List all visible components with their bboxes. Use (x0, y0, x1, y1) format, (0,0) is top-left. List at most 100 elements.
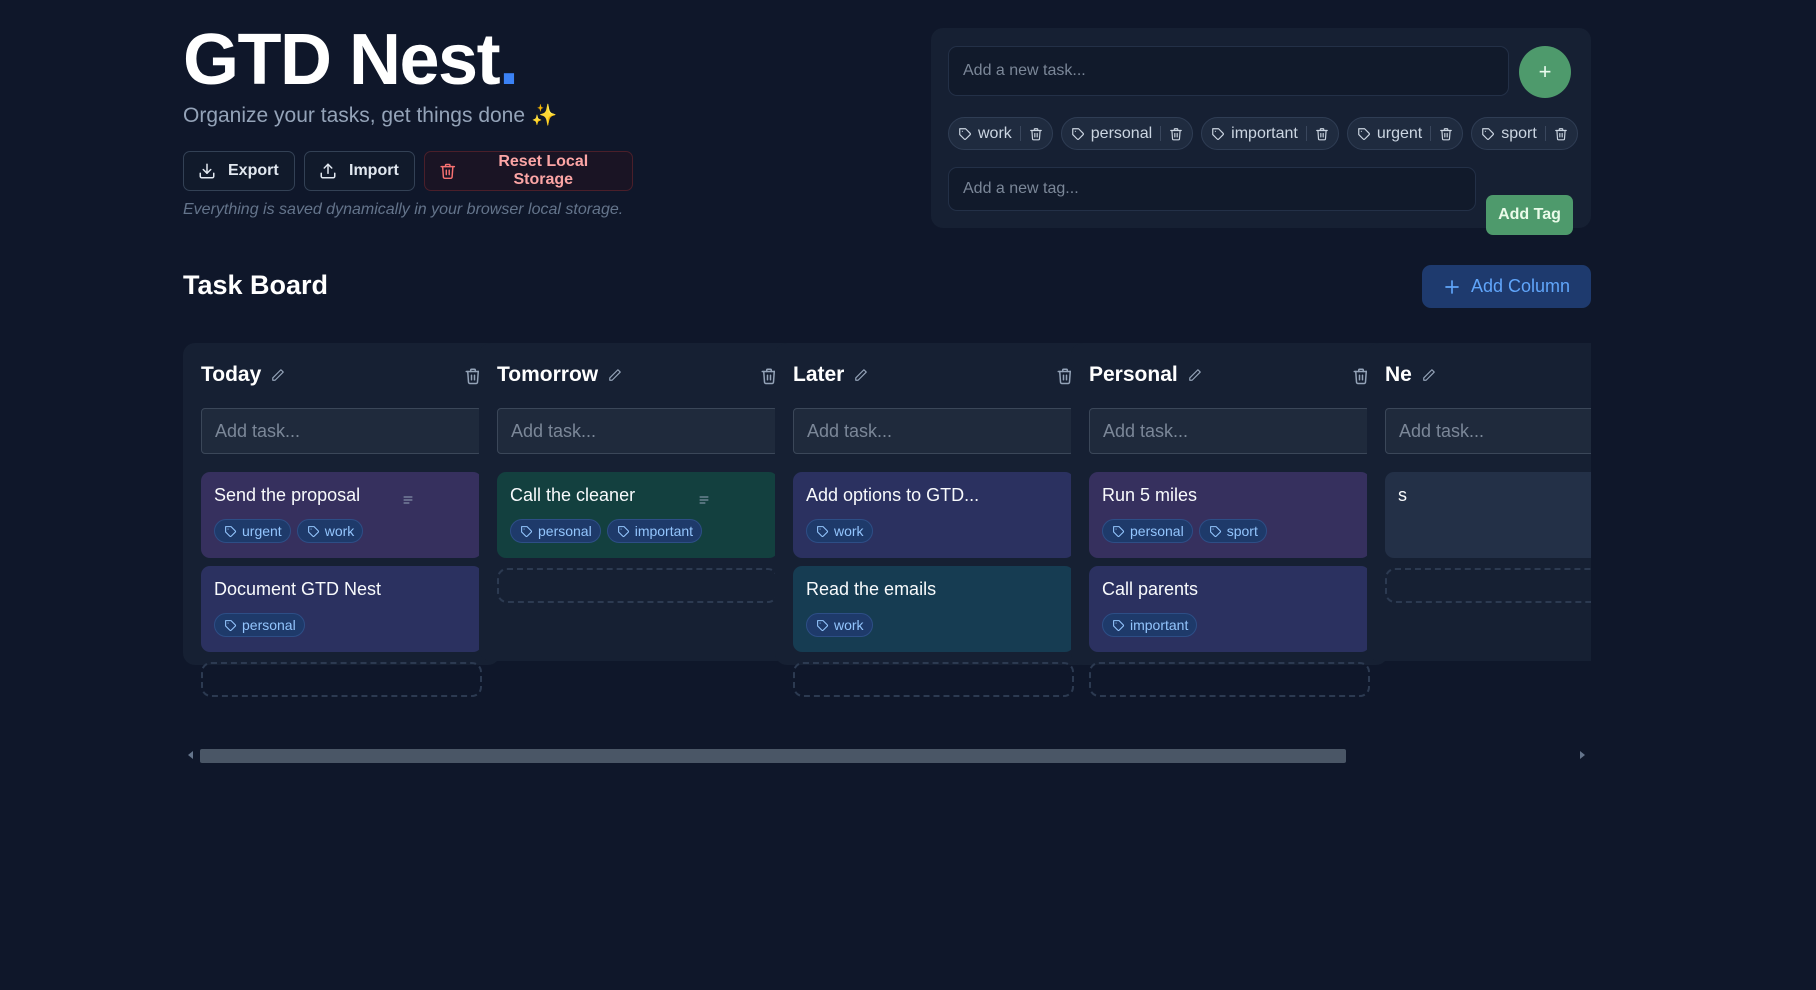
app-subtitle: Organize your tasks, get things done ✨ (183, 104, 558, 127)
tag-icon (1113, 619, 1124, 631)
export-button[interactable]: Export (183, 151, 295, 191)
tag-pill-work[interactable]: work (948, 117, 1053, 150)
task-title: Document GTD Nest (214, 579, 382, 599)
storage-actions: Export Import Reset Local Storage (183, 151, 633, 191)
task-tag-label: work (834, 617, 864, 633)
task-title: Read the emails (806, 579, 937, 599)
delete-tag-icon[interactable] (1554, 127, 1568, 141)
card-drop-zone[interactable] (201, 662, 482, 697)
column-add-task-input[interactable] (1089, 408, 1370, 454)
horizontal-scrollbar-thumb[interactable] (200, 749, 1346, 763)
task-title: Call the cleaner (510, 485, 636, 505)
scroll-left-arrow[interactable] (188, 751, 193, 759)
edit-column-icon[interactable] (608, 368, 622, 382)
task-tag-urgent: urgent (214, 519, 291, 543)
card-drop-zone[interactable] (793, 662, 1074, 697)
task-card[interactable]: Call the cleaner personal important (497, 472, 778, 558)
tag-label: sport (1501, 124, 1537, 142)
delete-tag-icon[interactable] (1439, 127, 1453, 141)
import-button[interactable]: Import (304, 151, 415, 191)
edit-column-icon[interactable] (1422, 368, 1436, 382)
delete-tag-icon[interactable] (1315, 127, 1329, 141)
app-title: GTD Nest. (183, 20, 519, 100)
task-card[interactable]: Send the proposal urgent work (201, 472, 482, 558)
task-tag-important: important (1102, 613, 1198, 637)
trash-icon (440, 163, 456, 180)
tag-divider (1019, 126, 1021, 141)
tag-icon (1113, 525, 1124, 537)
scroll-right-arrow[interactable] (1580, 751, 1585, 759)
task-card[interactable]: s (1385, 472, 1591, 558)
tag-icon (817, 525, 828, 537)
tag-pill-important[interactable]: important (1201, 117, 1339, 150)
task-tags: personal important (510, 519, 703, 543)
column-tomorrow: Tomorrow Call the cleaner personal importan… (479, 343, 796, 661)
reset-label: Reset Local Storage (498, 153, 589, 188)
task-title: Call parents (1102, 579, 1199, 599)
sparkles-icon: ✨ (531, 104, 558, 127)
tag-pill-urgent[interactable]: urgent (1346, 117, 1464, 150)
add-column-button[interactable]: Add Column (1422, 265, 1591, 308)
task-tag-label: personal (538, 523, 592, 539)
edit-column-icon[interactable] (271, 368, 285, 382)
column-ne: Ne s (1367, 343, 1591, 661)
tag-icon (1071, 127, 1084, 140)
task-card[interactable]: Add options to GTD... work (793, 472, 1074, 558)
task-tag-work: work (806, 613, 873, 637)
column-add-task-input[interactable] (793, 408, 1074, 454)
add-task-button[interactable]: + (1519, 46, 1571, 98)
task-card[interactable]: Run 5 miles personal sport (1089, 472, 1370, 558)
column-add-task-input[interactable] (201, 408, 482, 454)
column-title: Today (201, 363, 262, 386)
column-title: Later (793, 363, 845, 386)
task-card[interactable]: Document GTD Nest personal (201, 566, 482, 652)
task-tag-label: urgent (242, 523, 282, 539)
task-tag-personal: personal (1102, 519, 1193, 543)
task-tag-sport: sport (1198, 519, 1267, 543)
card-drop-zone[interactable] (497, 568, 778, 603)
delete-tag-icon[interactable] (1029, 127, 1043, 141)
new-tag-input[interactable] (948, 167, 1476, 211)
storage-note: Everything is saved dynamically in your … (183, 201, 624, 218)
tag-divider (1160, 126, 1162, 141)
task-tag-important: important (606, 519, 703, 543)
task-tags: urgent work (214, 519, 364, 543)
reset-storage-button[interactable]: Reset Local Storage (424, 151, 633, 191)
tag-pill-sport[interactable]: sport (1471, 117, 1578, 150)
task-tag-label: work (834, 523, 864, 539)
tag-icon (1358, 127, 1370, 140)
tag-divider (1430, 126, 1432, 141)
quick-add-panel: + work personal important urgent sport Add T… (931, 28, 1591, 235)
edit-column-icon[interactable] (854, 368, 868, 382)
tag-icon (959, 127, 971, 140)
delete-tag-icon[interactable] (1169, 127, 1183, 141)
column-add-task-input[interactable] (497, 408, 778, 454)
tag-label: important (1231, 124, 1298, 142)
add-tag-button[interactable]: Add Tag (1486, 195, 1573, 235)
tag-divider (1305, 126, 1307, 141)
card-drop-zone[interactable] (1089, 662, 1370, 697)
download-icon (199, 163, 215, 179)
brand-dot: . (499, 20, 519, 100)
tag-icon (817, 619, 828, 631)
column-title: Ne (1385, 363, 1412, 386)
tag-icon (1482, 127, 1495, 140)
tag-icon (617, 525, 629, 537)
task-card[interactable]: Call parents important (1089, 566, 1370, 652)
column-header: Tomorrow (497, 363, 622, 387)
task-tag-label: important (1130, 617, 1189, 633)
task-card[interactable]: Read the emails work (793, 566, 1074, 652)
column-today: Today Send the proposal urgent work Document… (183, 343, 500, 697)
tag-label: urgent (1376, 124, 1423, 142)
new-task-input[interactable] (948, 46, 1509, 96)
column-add-task-input[interactable] (1385, 408, 1591, 454)
task-tags: work (806, 519, 873, 543)
card-drop-zone[interactable] (1385, 568, 1591, 603)
task-tag-label: important (634, 523, 694, 539)
edit-column-icon[interactable] (1188, 368, 1202, 382)
tag-label: work (978, 124, 1012, 142)
tag-pill-personal[interactable]: personal (1060, 117, 1194, 150)
task-title: Send the proposal (214, 485, 361, 505)
column-title: Tomorrow (497, 363, 599, 386)
tag-list: work personal important urgent sport (948, 117, 1578, 150)
